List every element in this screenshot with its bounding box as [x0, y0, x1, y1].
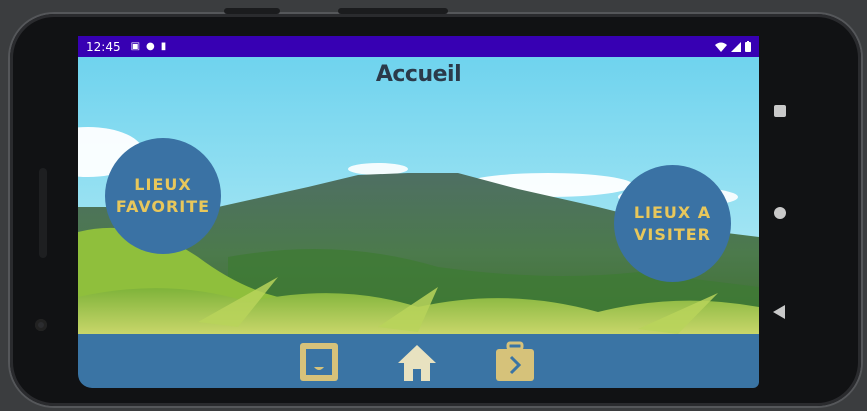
- favorite-places-label-line2: FAVORITE: [115, 197, 211, 216]
- a-icon: ▣: [130, 41, 141, 52]
- wifi-icon: [715, 42, 727, 52]
- signal-icon: [731, 41, 741, 52]
- app-screen: 12:45 ▣ ● ▮ Accueil LIEUX FAVORITE LIEUX…: [78, 36, 759, 388]
- places-to-visit-button[interactable]: LIEUX A VISITER: [614, 165, 731, 282]
- briefcase-arrow-icon[interactable]: [494, 341, 536, 383]
- sd-card-icon: ▮: [160, 41, 167, 52]
- places-to-visit-label-line1: LIEUX A: [633, 202, 712, 222]
- home-system-icon[interactable]: [774, 207, 786, 219]
- p-icon: ●: [146, 41, 155, 52]
- back-icon[interactable]: [773, 305, 785, 319]
- front-camera: [35, 319, 47, 331]
- favorite-places-label-line1: LIEUX: [134, 175, 192, 194]
- speaker-grille: [39, 168, 47, 258]
- battery-icon: [745, 41, 751, 52]
- inbox-icon[interactable]: [298, 341, 340, 383]
- home-icon[interactable]: [396, 341, 438, 383]
- status-time: 12:45: [86, 39, 121, 54]
- page-title: Accueil: [375, 62, 462, 87]
- status-bar: 12:45 ▣ ● ▮: [78, 36, 759, 57]
- volume-button: [224, 8, 280, 14]
- bottom-navigation: [78, 334, 759, 388]
- places-to-visit-label-line2: VISITER: [634, 224, 711, 244]
- recents-icon[interactable]: [774, 105, 786, 117]
- favorite-places-button[interactable]: LIEUX FAVORITE: [105, 138, 221, 254]
- power-button: [338, 8, 448, 14]
